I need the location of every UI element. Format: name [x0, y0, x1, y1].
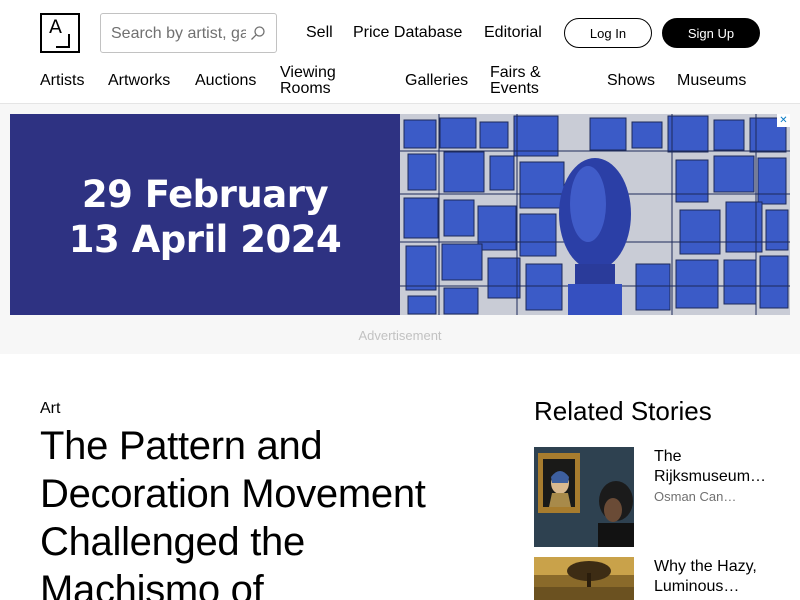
ad-close-icon[interactable]: ✕ [777, 114, 790, 127]
story-thumbnail [534, 557, 634, 600]
related-story[interactable]: Why the Hazy, Luminous… [534, 557, 774, 600]
article-title: The Pattern and Decoration Movement Chal… [40, 424, 426, 600]
nav-item-fairs-events[interactable]: Fairs & Events [490, 65, 541, 97]
ad-artwork-image [400, 114, 790, 315]
nav-item-viewing-rooms[interactable]: Viewing Rooms [280, 65, 336, 97]
ad-dates: 29 February 13 April 2024 [68, 173, 342, 261]
related-stories-heading: Related Stories [534, 396, 712, 426]
story-title: Why the Hazy, Luminous… [654, 558, 757, 595]
nav-item-artworks[interactable]: Artworks [108, 73, 170, 89]
logo-letter: A [49, 16, 62, 38]
search-box[interactable] [100, 13, 277, 53]
story-title: The Rijksmuseum… [654, 448, 767, 485]
story-author: Osman Can… [654, 489, 737, 504]
story-thumbnail [534, 447, 634, 547]
nav-item-shows[interactable]: Shows [607, 73, 655, 89]
site-header: A Sell Price Database Editorial Log In S… [0, 0, 800, 104]
nav-link-price-database[interactable]: Price Database [353, 24, 462, 42]
nav-item-galleries[interactable]: Galleries [405, 73, 468, 89]
nav-link-sell[interactable]: Sell [306, 24, 333, 42]
article-category[interactable]: Art [40, 400, 60, 418]
ad-label: Advertisement [358, 328, 442, 343]
search-icon[interactable] [250, 25, 266, 41]
ad-section: 29 February 13 April 2024 ✕ Advertisemen… [0, 104, 800, 354]
search-input[interactable] [111, 22, 246, 46]
login-button[interactable]: Log In [564, 18, 652, 48]
related-story[interactable]: The Rijksmuseum… Osman Can… [534, 447, 774, 547]
artsy-logo[interactable]: A [40, 13, 80, 53]
nav-item-museums[interactable]: Museums [677, 73, 746, 89]
nav-link-editorial[interactable]: Editorial [484, 24, 542, 42]
ad-banner[interactable]: 29 February 13 April 2024 ✕ [10, 114, 790, 315]
signup-button[interactable]: Sign Up [662, 18, 760, 48]
nav-item-auctions[interactable]: Auctions [195, 73, 256, 89]
nav-item-artists[interactable]: Artists [40, 73, 84, 89]
